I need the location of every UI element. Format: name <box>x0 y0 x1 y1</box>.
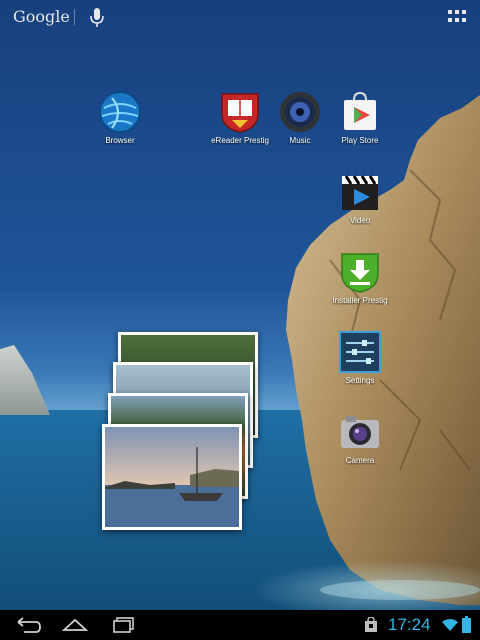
app-label-play-store: Play Store <box>341 136 379 145</box>
play-store-bag-icon <box>344 91 376 130</box>
photo-image <box>105 427 239 527</box>
app-label-video: Video <box>349 216 371 225</box>
home-button-icon[interactable] <box>58 614 92 636</box>
app-camera[interactable]: Camera <box>328 410 392 465</box>
app-label-camera: Camera <box>345 456 375 465</box>
back-button-icon[interactable] <box>10 614 44 636</box>
app-browser[interactable]: Browser <box>88 90 152 145</box>
app-installer[interactable]: Installer Prestig <box>328 250 392 305</box>
navigation-bar: 17:24 <box>0 610 480 640</box>
app-ereader[interactable]: eReader Prestig <box>208 90 272 145</box>
music-speaker-icon <box>280 92 320 132</box>
ereader-shield-icon <box>221 93 259 133</box>
google-search-button[interactable]: Google <box>13 7 70 26</box>
app-video[interactable]: Video <box>328 170 392 225</box>
app-label-ereader: eReader Prestig <box>211 136 269 145</box>
shopping-bag-notification-icon[interactable] <box>364 617 378 633</box>
search-bar: Google <box>0 0 480 36</box>
app-play-store[interactable]: Play Store <box>328 90 392 145</box>
battery-icon <box>462 616 471 633</box>
app-label-settings: Settings <box>345 376 375 385</box>
wallpaper-foam <box>250 560 480 610</box>
microphone-icon[interactable] <box>88 6 106 30</box>
video-clapper-icon <box>342 175 378 210</box>
app-label-installer: Installer Prestig <box>332 296 388 305</box>
app-music[interactable]: Music <box>268 90 332 145</box>
app-label-browser: Browser <box>105 136 135 145</box>
recent-apps-button-icon[interactable] <box>108 614 142 636</box>
browser-globe-icon <box>99 91 141 133</box>
camera-icon <box>341 416 379 448</box>
all-apps-icon[interactable] <box>448 10 466 24</box>
status-clock[interactable]: 17:24 <box>388 615 431 635</box>
installer-shield-icon <box>341 253 379 293</box>
photo-card[interactable] <box>102 424 242 530</box>
wifi-icon <box>442 619 458 631</box>
app-label-music: Music <box>289 136 311 145</box>
app-settings[interactable]: Settings <box>328 330 392 385</box>
settings-sliders-icon <box>339 331 381 373</box>
divider <box>74 9 75 25</box>
